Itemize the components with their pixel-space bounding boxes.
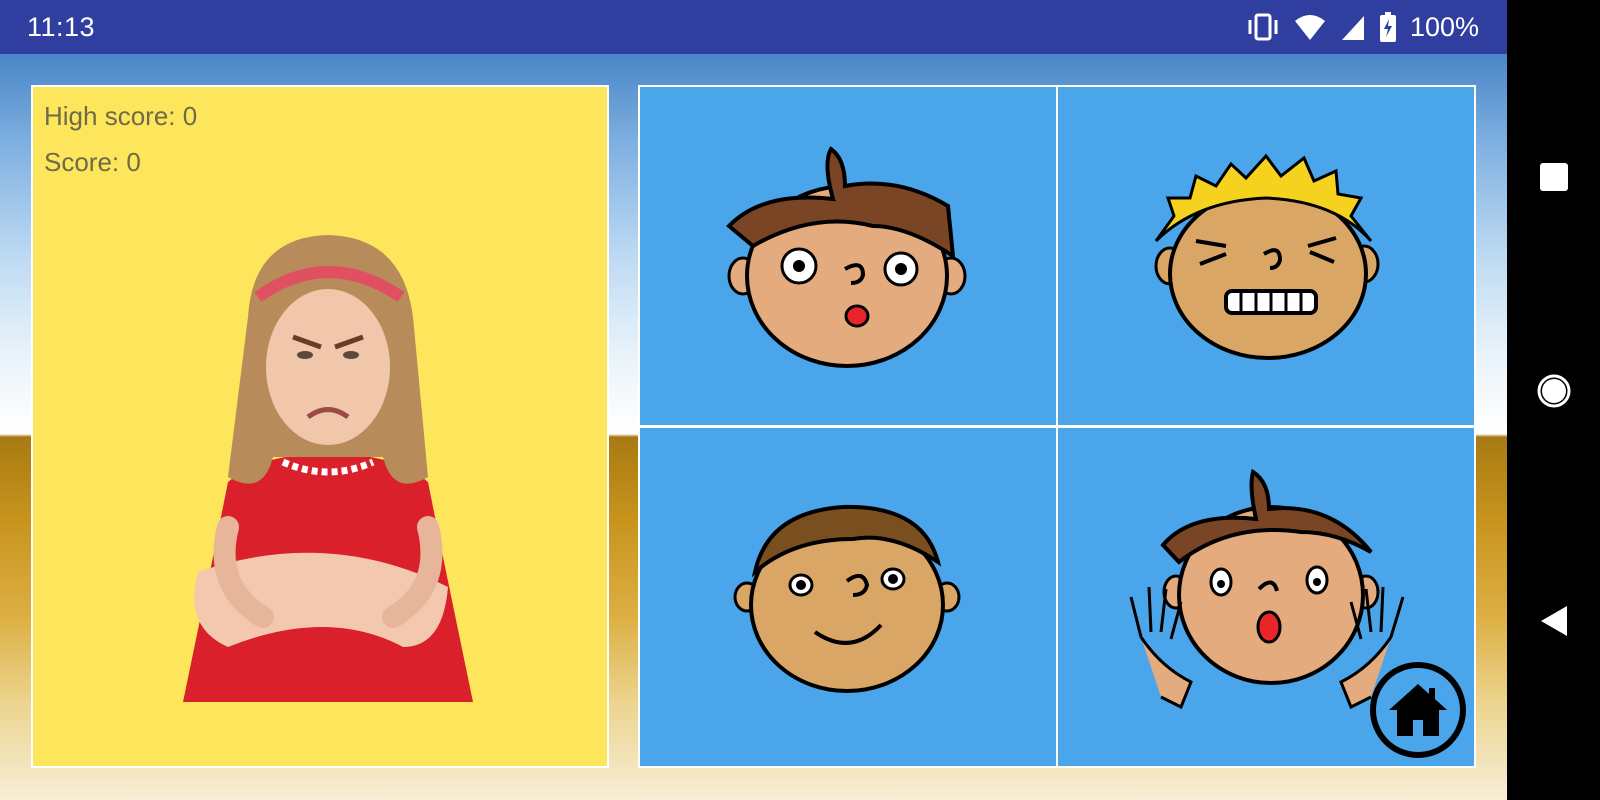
emotion-choice-grid: [638, 85, 1476, 768]
wifi-icon: [1294, 15, 1325, 40]
back-button[interactable]: [1507, 604, 1600, 638]
high-score-label: High score: 0: [44, 101, 198, 131]
status-bar: 11:13 100%: [0, 0, 1507, 54]
choice-surprised-face[interactable]: [640, 87, 1056, 425]
choice-happy-face[interactable]: [640, 428, 1056, 766]
navigation-bar: [1507, 0, 1600, 800]
vibrate-icon: [1248, 13, 1278, 41]
home-button[interactable]: [1370, 662, 1466, 758]
signal-icon: [1341, 16, 1364, 40]
shocked-face-icon: [1129, 468, 1405, 710]
square-icon: [1539, 163, 1568, 191]
battery-percent: 100%: [1409, 11, 1479, 42]
angry-girl-photo: [183, 235, 473, 702]
prompt-card: High score: 0 Score: 0: [31, 85, 609, 768]
circle-icon: [1537, 374, 1570, 408]
score-label: Score: 0: [44, 147, 141, 177]
recents-button[interactable]: [1507, 162, 1600, 192]
home-icon: [1389, 684, 1447, 736]
battery-charging-icon: [1379, 12, 1396, 42]
triangle-back-icon: [1540, 606, 1567, 636]
surprised-face-icon: [726, 146, 967, 368]
status-icons: 100%: [1246, 10, 1479, 44]
choice-angry-face[interactable]: [1058, 87, 1474, 425]
happy-face-icon: [733, 504, 961, 693]
clock: 11:13: [27, 12, 96, 42]
home-nav-button[interactable]: [1507, 373, 1600, 409]
angry-face-icon: [1154, 153, 1380, 360]
